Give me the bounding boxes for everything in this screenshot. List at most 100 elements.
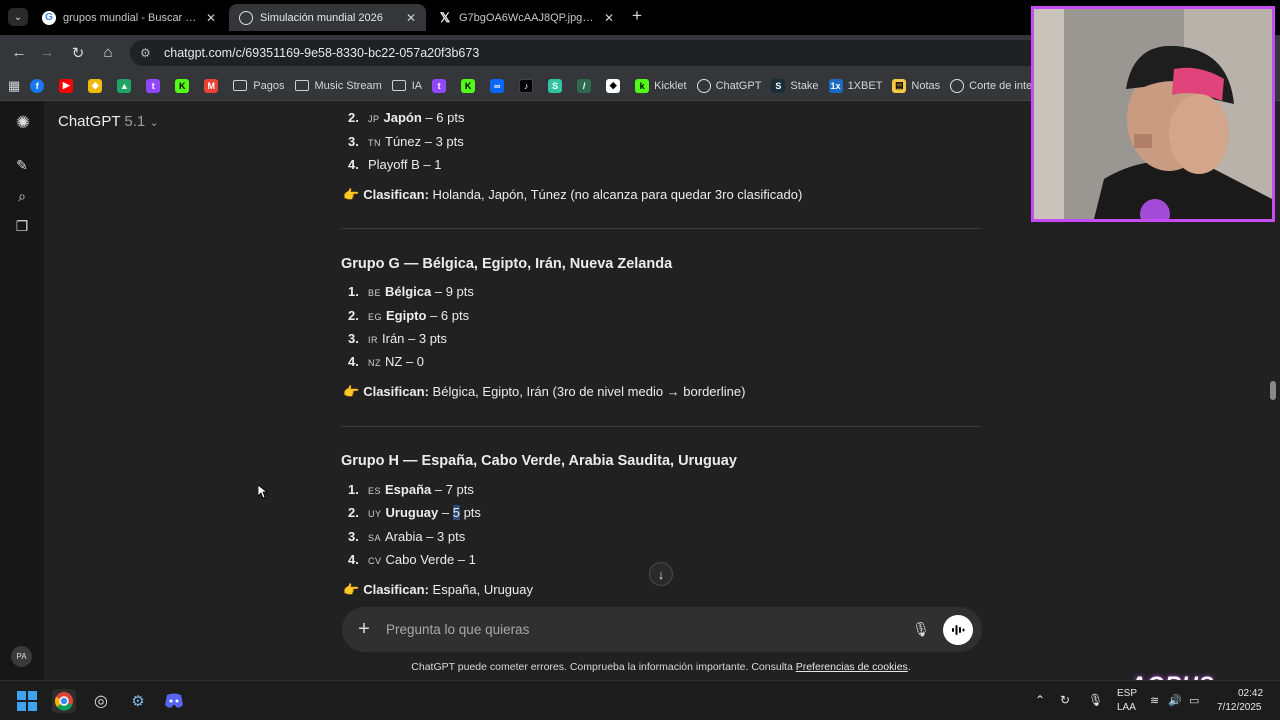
- openai-logo-icon[interactable]: ✺: [13, 113, 33, 133]
- bookmark-pagos[interactable]: Pagos: [233, 80, 285, 92]
- list-item: 2. EG Egipto – 6 pts: [348, 308, 470, 323]
- group-g-heading: Grupo G — Bélgica, Egipto, Irán, Nueva Z…: [341, 256, 673, 272]
- avatar[interactable]: PA: [11, 646, 32, 667]
- obs-icon[interactable]: ◎: [89, 689, 113, 713]
- scrollbar-thumb[interactable]: [1270, 381, 1276, 400]
- list-item: 3. SA Arabia – 3 pts: [348, 529, 466, 544]
- plus-icon[interactable]: +: [342, 618, 386, 641]
- battery-icon[interactable]: ▭: [1189, 694, 1199, 707]
- list-item: 3. TN Túnez – 3 pts: [348, 134, 464, 149]
- search-icon[interactable]: ⌕: [13, 187, 31, 205]
- twitch-icon[interactable]: t: [432, 78, 451, 93]
- list-item: 4. Playoff B – 1: [348, 157, 442, 172]
- drive-icon[interactable]: ▲: [117, 78, 136, 93]
- volume-icon[interactable]: 🔊: [1168, 694, 1182, 707]
- chatgpt-sidebar: ✺ ✎ ⌕ ❐ PA: [0, 101, 44, 680]
- wifi-icon[interactable]: ≋: [1150, 694, 1159, 707]
- microphone-tray-icon[interactable]: 🎙: [1088, 693, 1103, 707]
- message-composer[interactable]: + Pregunta lo que quieras 🎙: [342, 607, 982, 652]
- new-tab-button[interactable]: +: [632, 6, 642, 26]
- x-logo-icon: 𝕏: [439, 9, 451, 25]
- back-icon[interactable]: ←: [10, 44, 28, 61]
- voice-mode-button[interactable]: [943, 614, 973, 645]
- pointing-hand-icon: 👉: [343, 384, 360, 399]
- qualifiers-line: 👉 Clasifican: Holanda, Japón, Túnez (no a…: [343, 187, 803, 202]
- folder-icon: [391, 80, 406, 91]
- disclaimer: ChatGPT puede cometer errores. Comprueba…: [411, 661, 911, 673]
- tab-google-search[interactable]: G grupos mundial - Buscar con G ✕: [32, 4, 226, 31]
- pointing-hand-icon: 👉: [343, 187, 360, 202]
- kick-icon[interactable]: K: [175, 78, 194, 93]
- gmail-icon[interactable]: M: [204, 78, 223, 93]
- mouse-cursor-icon: [258, 485, 268, 499]
- twitch-icon[interactable]: t: [146, 78, 165, 93]
- reload-icon[interactable]: ↻: [69, 44, 87, 62]
- bookmark-notas[interactable]: ▤ Notas: [892, 78, 940, 93]
- binance-icon[interactable]: ◆: [88, 78, 107, 93]
- kick-icon[interactable]: K: [461, 78, 480, 93]
- folder-icon: [233, 80, 248, 91]
- forward-icon[interactable]: →: [38, 44, 56, 61]
- model-selector[interactable]: ChatGPT 5.1 ⌄: [58, 113, 159, 130]
- home-icon[interactable]: ⌂: [99, 44, 117, 61]
- bookmark-1xbet[interactable]: 1x 1XBET: [828, 78, 882, 93]
- address-bar[interactable]: ⚙ chatgpt.com/c/69351169-9e58-8330-bc22-…: [130, 40, 1130, 66]
- chevron-down-icon: ⌄: [149, 117, 159, 129]
- cookie-preferences-link[interactable]: Preferencias de cookies: [796, 661, 908, 673]
- divider: [341, 426, 981, 427]
- list-item: 1. ES España – 7 pts: [348, 482, 474, 497]
- tab-title: G7bgOA6WcAAJ8QP.jpg (960×: [459, 11, 596, 24]
- keyboard-layout[interactable]: LAA: [1117, 702, 1136, 713]
- tab-image[interactable]: 𝕏 G7bgOA6WcAAJ8QP.jpg (960× ✕: [428, 4, 624, 31]
- pointing-hand-icon: 👉: [343, 582, 360, 597]
- bookmark-music-stream[interactable]: Music Stream: [294, 80, 382, 92]
- language-indicator[interactable]: ESP: [1117, 688, 1137, 699]
- list-item: 4. NZ NZ – 0: [348, 354, 425, 369]
- model-version: 5.1: [124, 113, 146, 130]
- tab-title: grupos mundial - Buscar con G: [63, 11, 198, 24]
- facebook-icon[interactable]: f: [30, 78, 49, 93]
- clock-date[interactable]: 7/12/2025: [1217, 702, 1262, 713]
- apps-icon[interactable]: ▦: [8, 78, 20, 94]
- close-icon[interactable]: ✕: [206, 11, 216, 25]
- close-icon[interactable]: ✕: [604, 11, 614, 25]
- bookmark-stake[interactable]: S Stake: [771, 78, 819, 93]
- streamlabs-icon[interactable]: S: [548, 78, 567, 93]
- scroll-down-button[interactable]: ↓: [649, 562, 673, 586]
- bookmark-ia[interactable]: IA: [391, 80, 422, 92]
- close-icon[interactable]: ✕: [406, 11, 416, 25]
- tab-search-button[interactable]: ⌄: [8, 8, 28, 26]
- text-selection: 5: [452, 505, 460, 520]
- meta-icon[interactable]: ∞: [490, 78, 509, 93]
- list-item: 1. BE Bélgica – 9 pts: [348, 284, 474, 299]
- prompt-input[interactable]: Pregunta lo que quieras: [386, 622, 911, 637]
- library-icon[interactable]: ❐: [13, 217, 31, 235]
- windows-start-icon[interactable]: [15, 689, 39, 713]
- list-item: 2. JP Japón – 6 pts: [348, 110, 465, 125]
- tray-overflow-icon[interactable]: ⌃: [1035, 693, 1045, 707]
- diamond-icon[interactable]: ◆: [606, 78, 625, 93]
- bookmark-chatgpt[interactable]: ChatGPT: [696, 78, 761, 93]
- microphone-icon[interactable]: 🎙: [911, 621, 931, 638]
- steam-icon[interactable]: ⚙: [126, 689, 150, 713]
- pen-icon[interactable]: /: [577, 78, 596, 93]
- new-chat-icon[interactable]: ✎: [13, 156, 31, 174]
- windows-taskbar: ◎ ⚙ ⌃ ↻ 🎙 ESP LAA ≋ 🔊 ▭ 02:42 7/12/2025: [0, 680, 1280, 720]
- bookmark-kicklet[interactable]: k Kicklet: [635, 78, 687, 93]
- google-icon: G: [42, 10, 56, 25]
- list-item: 2. UY Uruguay – 5 pts: [348, 505, 481, 520]
- youtube-icon[interactable]: ▶: [59, 78, 78, 93]
- qualifiers-line: 👉 Clasifican: Bélgica, Egipto, Irán (3ro …: [343, 384, 746, 399]
- qualifiers-line: 👉 Clasifican: España, Uruguay: [343, 582, 534, 597]
- model-name: ChatGPT: [58, 113, 121, 130]
- site-settings-icon[interactable]: ⚙: [140, 46, 156, 60]
- url-text: chatgpt.com/c/69351169-9e58-8330-bc22-05…: [164, 46, 480, 60]
- sync-icon[interactable]: ↻: [1060, 693, 1070, 707]
- tab-chatgpt[interactable]: Simulación mundial 2026 ✕: [229, 4, 426, 31]
- discord-icon[interactable]: [162, 689, 186, 713]
- list-item: 3. IR Irán – 3 pts: [348, 331, 448, 346]
- divider: [341, 228, 981, 229]
- tiktok-icon[interactable]: ♪: [519, 78, 538, 93]
- chrome-icon[interactable]: [52, 689, 76, 713]
- clock-time[interactable]: 02:42: [1238, 688, 1263, 699]
